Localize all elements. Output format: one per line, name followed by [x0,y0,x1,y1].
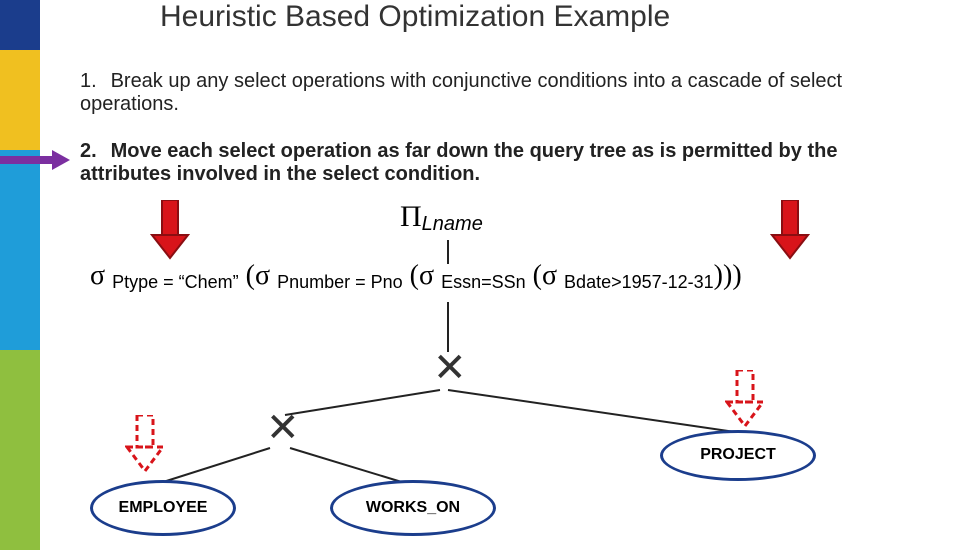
relation-node-project: PROJECT [660,430,816,481]
relation-node-employee: EMPLOYEE [90,480,236,536]
red-down-arrow-icon [770,200,810,260]
red-dashed-down-arrow-icon [725,370,765,430]
red-dashed-down-arrow-icon [125,415,165,475]
red-down-arrow-icon [150,200,190,260]
relation-node-workson: WORKS_ON [330,480,496,536]
